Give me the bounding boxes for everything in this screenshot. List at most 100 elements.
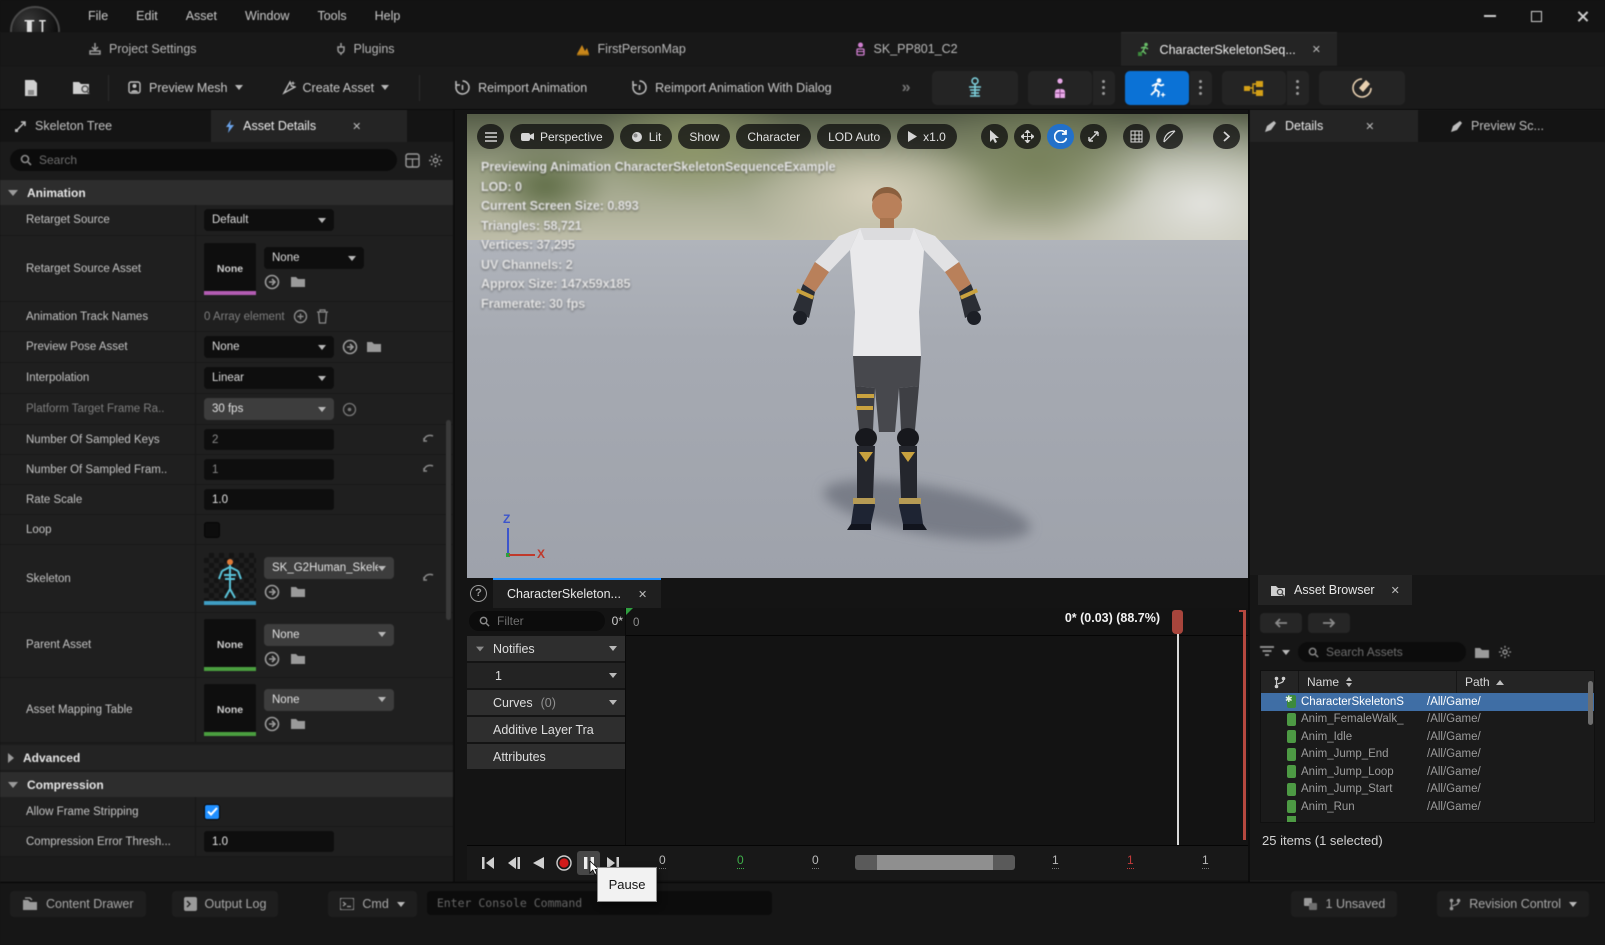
preview-mesh-button[interactable]: Preview Mesh (117, 73, 253, 103)
timeline-filter-input[interactable] (497, 614, 595, 628)
display-options-icon[interactable] (405, 153, 420, 168)
allow-frame-stripping-checkbox[interactable] (204, 804, 220, 820)
step-backward-button[interactable] (502, 851, 525, 875)
gear-icon[interactable] (428, 153, 443, 168)
tab-close-icon[interactable]: ✕ (1365, 120, 1374, 133)
tab-asset-browser[interactable]: Asset Browser ✕ (1258, 575, 1412, 605)
use-selected-asset-icon[interactable] (264, 584, 280, 600)
browse-to-asset-button[interactable] (64, 73, 98, 103)
content-drawer-button[interactable]: Content Drawer (10, 891, 146, 917)
asset-row[interactable]: Anim_FemaleWalk_ /All/Game/ (1261, 711, 1594, 729)
track-notify-1[interactable]: 1 (467, 663, 625, 688)
tab-skeleton-tree[interactable]: Skeleton Tree (0, 110, 126, 142)
browse-asset-icon[interactable] (290, 585, 306, 599)
plugins-button[interactable]: Plugins (321, 32, 409, 66)
left-panel-scrollbar[interactable] (446, 420, 451, 620)
asset-row[interactable]: Anim_Jump_Start /All/Game/ (1261, 781, 1594, 799)
record-button[interactable] (552, 851, 575, 875)
asset-row[interactable]: Anim_Jump_End /All/Game/ (1261, 746, 1594, 764)
interpolation-dropdown[interactable]: Linear (204, 367, 334, 389)
toolbar-overflow-chevron-icon[interactable]: » (902, 79, 908, 97)
minimize-button[interactable] (1467, 0, 1513, 32)
section-animation[interactable]: Animation (0, 180, 453, 205)
skeleton-thumbnail[interactable] (204, 553, 256, 605)
browse-asset-icon[interactable] (290, 652, 306, 666)
create-asset-button[interactable]: Create Asset (271, 73, 400, 103)
track-attributes[interactable]: Attributes (467, 744, 625, 769)
column-name[interactable]: Name (1299, 671, 1457, 693)
section-advanced[interactable]: Advanced (0, 745, 453, 770)
folder-view-icon[interactable] (1474, 646, 1490, 659)
gear-icon[interactable] (1498, 645, 1512, 659)
show-menu-button[interactable]: Show (678, 124, 730, 149)
add-array-element-icon[interactable] (293, 309, 308, 324)
section-compression[interactable]: Compression (0, 772, 453, 797)
trash-icon[interactable] (316, 309, 329, 324)
menu-tools[interactable]: Tools (303, 0, 360, 32)
rotation-snap-button[interactable] (1156, 124, 1183, 149)
asset-search[interactable] (1298, 642, 1466, 662)
sampled-keys-input[interactable] (204, 429, 334, 450)
physics-mode-button[interactable] (1319, 71, 1405, 105)
output-log-button[interactable]: Output Log (172, 891, 279, 917)
tab-sk-pp801-c2[interactable]: SK_PP801_C2 (839, 32, 1009, 66)
asset-list-scrollbar[interactable] (1588, 681, 1593, 725)
mesh-mode-options-kebab[interactable] (1093, 71, 1115, 105)
footer-frame-max[interactable]: 1 (1127, 853, 1134, 869)
footer-frame-current[interactable]: 0 (737, 853, 744, 869)
lod-auto-button[interactable]: LOD Auto (817, 124, 891, 149)
target-settings-icon[interactable] (342, 402, 357, 417)
track-notifies[interactable]: Notifies (467, 636, 625, 661)
tab-firstpersonmap[interactable]: FirstPersonMap (559, 32, 729, 66)
filter-icon[interactable] (1260, 646, 1274, 658)
asset-row-partial[interactable] (1261, 816, 1594, 822)
menu-edit[interactable]: Edit (122, 0, 172, 32)
use-selected-asset-icon[interactable] (264, 716, 280, 732)
browse-asset-icon[interactable] (290, 717, 306, 731)
browse-asset-icon[interactable] (366, 340, 382, 354)
preview-viewport[interactable]: Perspective Lit Show Character LOD Auto … (467, 114, 1248, 578)
asset-row[interactable]: Anim_Run /All/Game/ (1261, 798, 1594, 816)
animation-mode-button[interactable] (1125, 71, 1189, 105)
loop-checkbox[interactable] (204, 522, 220, 538)
menu-file[interactable]: File (74, 0, 122, 32)
back-button[interactable] (1260, 613, 1302, 633)
column-path[interactable]: Path (1457, 675, 1594, 689)
tab-details[interactable]: Details ✕ (1250, 110, 1418, 142)
collapse-triangle-icon[interactable] (476, 646, 484, 651)
use-selected-asset-icon[interactable] (342, 339, 358, 355)
sampled-frames-input[interactable] (204, 459, 334, 480)
footer-frame-min[interactable]: 0 (659, 853, 666, 869)
column-revision[interactable] (1261, 671, 1299, 693)
retarget-source-asset-dropdown[interactable]: None (264, 247, 364, 269)
timeline-document-tab[interactable]: CharacterSkeleton... ✕ (493, 578, 661, 608)
parent-asset-thumbnail[interactable]: None (204, 619, 256, 671)
track-curves[interactable]: Curves (0) (467, 690, 625, 715)
reset-to-default-icon[interactable] (422, 573, 435, 585)
track-options-chevron-icon[interactable] (609, 673, 617, 678)
tab-close-icon[interactable]: ✕ (1391, 584, 1400, 597)
parent-asset-dropdown[interactable]: None (264, 624, 394, 646)
revision-control-button[interactable]: Revision Control (1437, 891, 1589, 917)
asset-search-input[interactable] (1326, 645, 1456, 659)
playback-speed-button[interactable]: x1.0 (897, 124, 957, 149)
animation-mode-options-kebab[interactable] (1190, 71, 1212, 105)
menu-help[interactable]: Help (361, 0, 415, 32)
footer-total[interactable]: 1 (1202, 853, 1209, 869)
timeline-filter[interactable] (469, 611, 605, 631)
compression-error-threshold-input[interactable] (204, 831, 334, 852)
menu-window[interactable]: Window (231, 0, 303, 32)
play-reverse-button[interactable] (527, 851, 550, 875)
browse-asset-icon[interactable] (290, 275, 306, 289)
character-menu-button[interactable]: Character (736, 124, 811, 149)
scale-tool-button[interactable] (1080, 124, 1107, 149)
menu-asset[interactable]: Asset (172, 0, 231, 32)
close-button[interactable] (1559, 0, 1605, 32)
asset-row[interactable]: Anim_Idle /All/Game/ (1261, 728, 1594, 746)
asset-row[interactable]: CharacterSkeletonS /All/Game/ (1261, 693, 1594, 711)
details-search[interactable] (10, 149, 397, 171)
blueprint-mode-button[interactable] (1222, 71, 1286, 105)
help-icon[interactable]: ? (470, 585, 487, 602)
tab-preview-scene[interactable]: Preview Sc... (1436, 110, 1558, 142)
reimport-animation-button[interactable]: Reimport Animation (444, 73, 597, 103)
